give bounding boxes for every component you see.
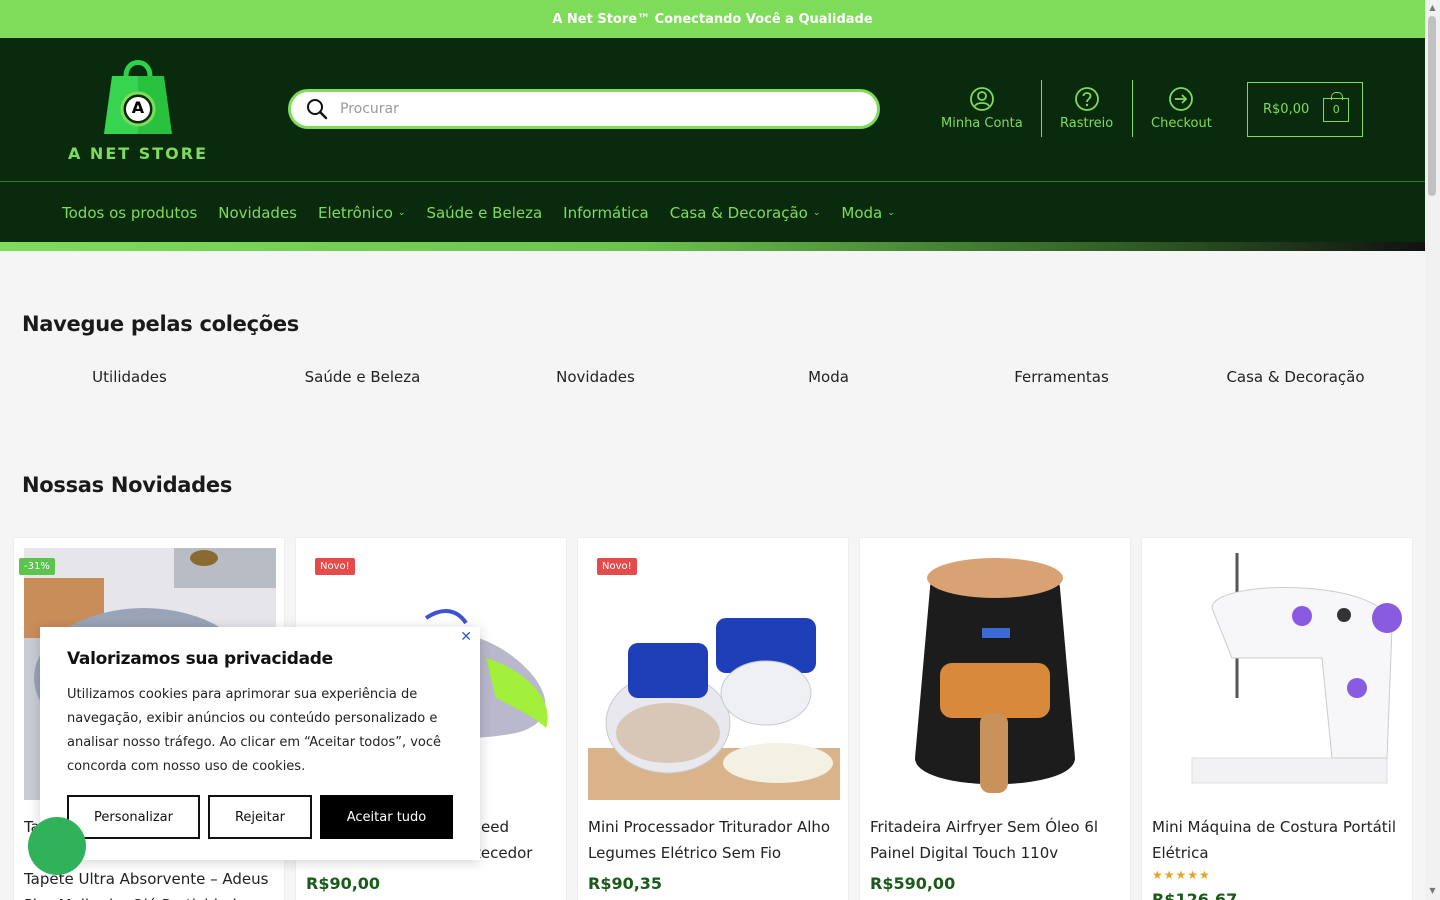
cart-total: R$0,00 [1263,102,1310,117]
scroll-up-icon[interactable]: ▲ [1428,3,1437,12]
announcement-bar: A Net Store™ Conectando Você a Qualidade [0,0,1425,38]
accept-all-button[interactable]: Aceitar tudo [320,795,453,839]
nav-label: Todos os produtos [62,203,198,222]
cart-button[interactable]: R$0,00 0 [1247,82,1363,137]
product-title[interactable]: Fritadeira Airfryer Sem Óleo 6l Painel D… [870,814,1125,866]
chevron-down-icon: ⌄ [397,207,406,218]
header-link-label: Checkout [1151,116,1212,131]
collection-item-saude-beleza[interactable]: Saúde e Beleza [246,368,479,386]
product-card[interactable]: Novo! Mini Processador Triturador Alho L… [577,537,849,900]
logo-wordmark: A NET STORE [67,144,209,163]
nav-gradient-strip [0,242,1425,251]
whatsapp-chat-button[interactable] [28,817,86,875]
nav-item-eletronico[interactable]: Eletrônico ⌄ [318,204,405,222]
main-nav: Todos os produtos Novidades Eletrônico ⌄ … [0,181,1425,243]
cart-count: 0 [1332,103,1340,116]
header-link-label: Minha Conta [941,116,1023,131]
collection-item-utilidades[interactable]: Utilidades [13,368,246,386]
novidades-heading: Nossas Novidades [22,473,233,497]
product-price: R$590,00 [870,874,956,893]
nav-label: Saúde e Beleza [426,203,543,222]
nav-label: Casa & Decoração [669,203,808,222]
user-circle-icon [969,87,994,111]
nav-item-moda[interactable]: Moda ⌄ [841,204,894,222]
header-link-account[interactable]: Minha Conta [941,86,1023,136]
nav-label: Novidades [218,203,298,222]
collection-item-ferramentas[interactable]: Ferramentas [945,368,1178,386]
product-title-line: Piso Molhado, Olá Praticidade [24,892,279,900]
arrow-right-circle-icon [1169,87,1194,111]
scrollbar-thumb[interactable] [1428,16,1436,196]
product-photo [870,548,1122,800]
product-price: R$126,67 [1152,890,1238,900]
product-title[interactable]: Mini Processador Triturador Alho Legumes… [588,814,843,866]
header-divider [1132,80,1133,137]
product-card[interactable]: Fritadeira Airfryer Sem Óleo 6l Painel D… [859,537,1131,900]
search-icon[interactable] [306,98,328,120]
nav-item-saude-beleza[interactable]: Saúde e Beleza [426,204,542,222]
product-image-airfryer[interactable] [870,548,1122,800]
product-image-maquina-costura[interactable] [1152,548,1404,800]
collections-list: Utilidades Saúde e Beleza Novidades Moda… [0,368,1425,396]
search-box[interactable] [288,89,880,129]
logo-letter: A [131,98,145,117]
product-image-processador[interactable] [588,548,840,800]
header-divider [1041,80,1042,137]
rating-stars: ★★★★★ [1152,868,1211,882]
customize-button[interactable]: Personalizar [67,795,200,839]
nav-label: Moda [841,203,883,222]
site-header: A A NET STORE Minha Conta Rastreio [0,38,1425,181]
page-scrollbar[interactable]: ▲ ▼ [1425,0,1440,900]
chevron-down-icon: ⌄ [887,207,895,218]
nav-label: Eletrônico [318,203,393,222]
product-card[interactable]: Mini Máquina de Costura Portátil Elétric… [1141,537,1413,900]
nav-item-casa-decoracao[interactable]: Casa & Decoração ⌄ [670,204,821,222]
close-icon[interactable]: ✕ [460,629,472,645]
search-input[interactable] [340,101,820,117]
nav-item-all-products[interactable]: Todos os produtos [62,204,197,222]
scroll-down-icon[interactable]: ▼ [1428,886,1437,895]
new-badge: Novo! [597,558,637,575]
product-price: R$90,35 [588,874,663,893]
reject-button[interactable]: Rejeitar [208,795,312,839]
discount-badge: -31% [19,558,55,575]
product-price: R$90,00 [306,874,381,893]
store-logo[interactable]: A A NET STORE [62,54,214,166]
nav-item-informatica[interactable]: Informática [563,204,649,222]
cookie-body: Utilizamos cookies para aprimorar sua ex… [67,687,442,774]
cookie-consent-dialog: ✕ Valorizamos sua privacidade Utilizamos… [40,627,480,860]
collections-heading: Navegue pelas coleções [22,312,300,336]
header-link-tracking[interactable]: Rastreio [1060,86,1113,136]
header-link-label: Rastreio [1060,116,1114,131]
collection-item-casa-decoracao[interactable]: Casa & Decoração [1179,368,1412,386]
nav-item-novidades[interactable]: Novidades [218,204,297,222]
product-photo [588,548,840,800]
product-title[interactable]: Mini Máquina de Costura Portátil Elétric… [1152,814,1407,866]
cart-bag-icon: 0 [1323,91,1350,122]
header-link-checkout[interactable]: Checkout [1151,86,1212,136]
help-circle-icon [1074,87,1099,111]
cookie-title: Valorizamos sua privacidade [67,649,333,669]
product-photo [1152,548,1404,800]
chevron-down-icon: ⌄ [812,207,821,218]
collection-item-novidades[interactable]: Novidades [479,368,712,386]
announcement-text: A Net Store™ Conectando Você a Qualidade [552,11,873,27]
new-badge: Novo! [315,558,355,575]
nav-label: Informática [563,203,649,222]
collection-item-moda[interactable]: Moda [712,368,945,386]
